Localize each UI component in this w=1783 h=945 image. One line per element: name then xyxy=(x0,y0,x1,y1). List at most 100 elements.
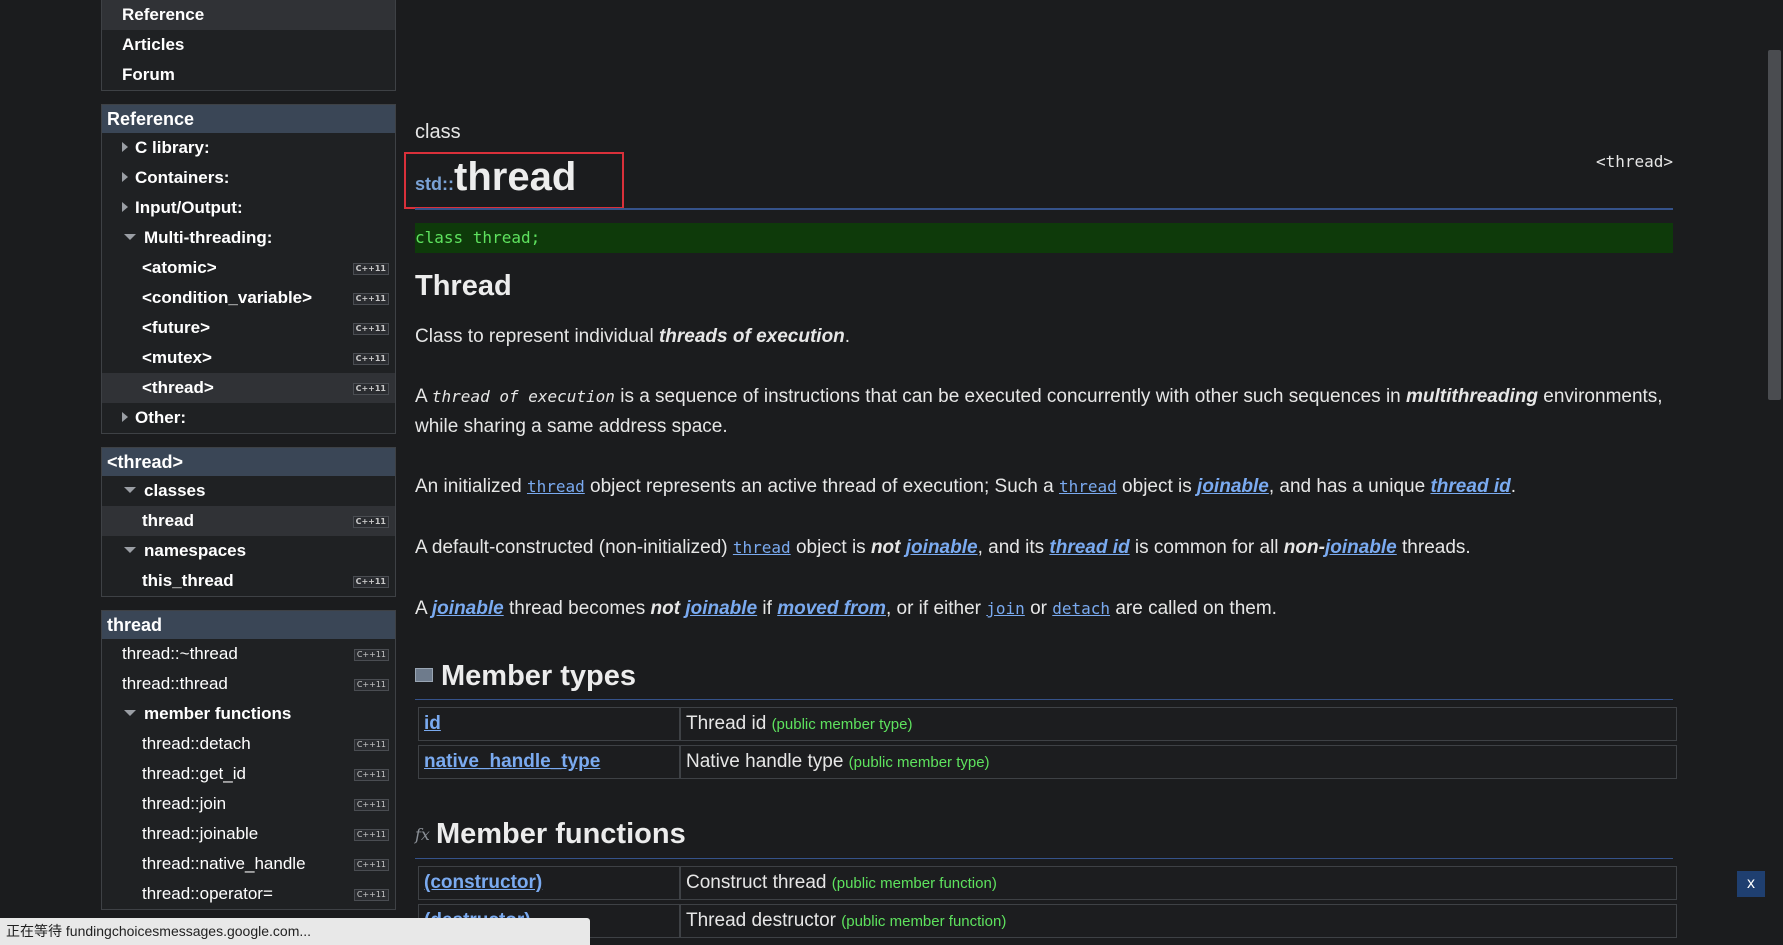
link-detach[interactable]: detach xyxy=(1052,599,1110,618)
link-id[interactable]: id xyxy=(424,713,441,734)
heading-label: Member types xyxy=(441,660,637,692)
header-item-thread[interactable]: thread C++11 xyxy=(102,506,395,536)
link-join[interactable]: join xyxy=(986,599,1025,618)
cpp11-badge: C++11 xyxy=(353,739,389,751)
link-thread[interactable]: thread xyxy=(527,477,585,496)
cpp11-badge: C++11 xyxy=(352,353,389,365)
reference-box: Reference C library: Containers: Input/O… xyxy=(101,104,396,434)
cpp11-badge: C++11 xyxy=(352,576,389,588)
link-joinable[interactable]: joinable xyxy=(432,598,504,619)
table-row: (constructor) Construct thread (public m… xyxy=(418,866,1677,900)
nav-item-label: Articles xyxy=(122,35,185,54)
member-group-member-functions[interactable]: member functions xyxy=(102,699,395,729)
cpp11-badge: C++11 xyxy=(353,649,389,661)
header-item-label: this_thread xyxy=(142,571,234,590)
cpp11-badge: C++11 xyxy=(352,516,389,528)
thread-members-box: thread thread::~thread C++11 thread::thre… xyxy=(101,610,396,910)
ref-item-label: Containers: xyxy=(135,168,230,187)
member-item-destructor[interactable]: thread::~thread C++11 xyxy=(102,639,395,669)
header-item-namespaces[interactable]: namespaces xyxy=(102,536,395,566)
text: , and has a unique xyxy=(1268,476,1431,497)
expand-arrow-icon xyxy=(122,202,128,212)
close-button[interactable]: x xyxy=(1737,871,1765,897)
thread-members-box-title[interactable]: thread xyxy=(102,611,395,639)
member-item-join[interactable]: thread::join C++11 xyxy=(102,789,395,819)
member-item-constructor[interactable]: thread::thread C++11 xyxy=(102,669,395,699)
link-joinable[interactable]: joinable xyxy=(685,598,757,619)
ref-item-containers[interactable]: Containers: xyxy=(102,163,395,193)
ref-item-thread[interactable]: <thread> C++11 xyxy=(102,373,395,403)
ref-item-other[interactable]: Other: xyxy=(102,403,395,433)
collapse-arrow-icon xyxy=(124,487,136,493)
nav-item-forum[interactable]: Forum xyxy=(102,60,395,90)
browser-status-bar: 正在等待 fundingchoicesmessages.google.com..… xyxy=(0,918,590,945)
expand-arrow-icon xyxy=(122,412,128,422)
link-joinable[interactable]: joinable xyxy=(1197,476,1269,497)
header-item-this-thread[interactable]: this_thread C++11 xyxy=(102,566,395,596)
reference-box-title[interactable]: Reference xyxy=(102,105,395,133)
member-item-native-handle[interactable]: thread::native_handle C++11 xyxy=(102,849,395,879)
ref-item-mutex[interactable]: <mutex> C++11 xyxy=(102,343,395,373)
member-item-get-id[interactable]: thread::get_id C++11 xyxy=(102,759,395,789)
link-constructor[interactable]: (constructor) xyxy=(424,872,542,893)
description: Native handle type xyxy=(686,751,844,772)
link-native-handle-type[interactable]: native_handle_type xyxy=(424,751,600,772)
member-item-detach[interactable]: thread::detach C++11 xyxy=(102,729,395,759)
text: Class to represent individual xyxy=(415,326,659,347)
nav-item-reference[interactable]: Reference xyxy=(102,0,395,30)
type-icon xyxy=(415,668,433,682)
member-item-label: member functions xyxy=(144,704,292,723)
header-item-classes[interactable]: classes xyxy=(102,476,395,506)
thread-header-box-title[interactable]: <thread> xyxy=(102,448,395,476)
scrollbar-thumb[interactable] xyxy=(1768,50,1781,400)
text: A xyxy=(415,386,432,407)
ref-item-atomic[interactable]: <atomic> C++11 xyxy=(102,253,395,283)
nav-item-articles[interactable]: Articles xyxy=(102,30,395,60)
paragraph-1: Class to represent individual threads of… xyxy=(415,322,1673,352)
paragraph-4: A default-constructed (non-initialized) … xyxy=(415,533,1673,563)
link-joinable[interactable]: joinable xyxy=(906,537,978,558)
member-item-label: thread::operator= xyxy=(142,884,273,903)
text: threads. xyxy=(1396,537,1471,558)
ref-item-condition-variable[interactable]: <condition_variable> C++11 xyxy=(102,283,395,313)
ref-item-c-library[interactable]: C library: xyxy=(102,133,395,163)
member-item-operator-assign[interactable]: thread::operator= C++11 xyxy=(102,879,395,909)
text: An initialized xyxy=(415,476,527,497)
ref-item-multi-threading[interactable]: Multi-threading: xyxy=(102,223,395,253)
description: Thread id xyxy=(686,713,767,734)
link-moved-from[interactable]: moved from xyxy=(777,598,886,619)
member-item-joinable[interactable]: thread::joinable C++11 xyxy=(102,819,395,849)
cpp11-badge: C++11 xyxy=(353,859,389,871)
thread-header-box: <thread> classes thread C++11 namespaces … xyxy=(101,447,396,597)
member-kind-note: (public member type) xyxy=(771,716,913,733)
ref-item-input-output[interactable]: Input/Output: xyxy=(102,193,395,223)
header-reference: <thread> xyxy=(1595,152,1673,171)
link-thread[interactable]: thread xyxy=(733,538,791,557)
member-item-label: thread::thread xyxy=(122,674,228,693)
cpp11-badge: C++11 xyxy=(353,769,389,781)
ref-item-future[interactable]: <future> C++11 xyxy=(102,313,395,343)
link-thread[interactable]: thread xyxy=(1059,477,1117,496)
ref-item-label: C library: xyxy=(135,138,210,157)
header-item-label: classes xyxy=(144,481,206,500)
type-name-cell: native_handle_type xyxy=(418,745,680,779)
text: . xyxy=(1510,476,1516,497)
text: object is xyxy=(1116,476,1198,497)
ref-item-label: Other: xyxy=(135,408,186,427)
table-row: id Thread id (public member type) xyxy=(418,707,1677,741)
vertical-scrollbar[interactable] xyxy=(1767,0,1783,945)
member-functions-table: (constructor) Construct thread (public m… xyxy=(418,862,1677,942)
declaration-code: class thread; xyxy=(415,223,1673,253)
member-item-label: thread::~thread xyxy=(122,644,238,663)
cpp11-badge: C++11 xyxy=(353,889,389,901)
function-desc-cell: Thread destructor (public member functio… xyxy=(680,904,1677,938)
ref-item-label: <thread> xyxy=(142,378,214,397)
header-item-label: thread xyxy=(142,511,194,530)
link-thread-id[interactable]: thread id xyxy=(1049,537,1129,558)
emphasis: threads of execution xyxy=(658,326,845,347)
link-thread-id[interactable]: thread id xyxy=(1430,476,1510,497)
link-joinable[interactable]: joinable xyxy=(1325,537,1397,558)
member-types-table: id Thread id (public member type) native… xyxy=(418,703,1677,783)
function-icon: fx xyxy=(415,825,430,844)
section-divider xyxy=(415,699,1673,700)
